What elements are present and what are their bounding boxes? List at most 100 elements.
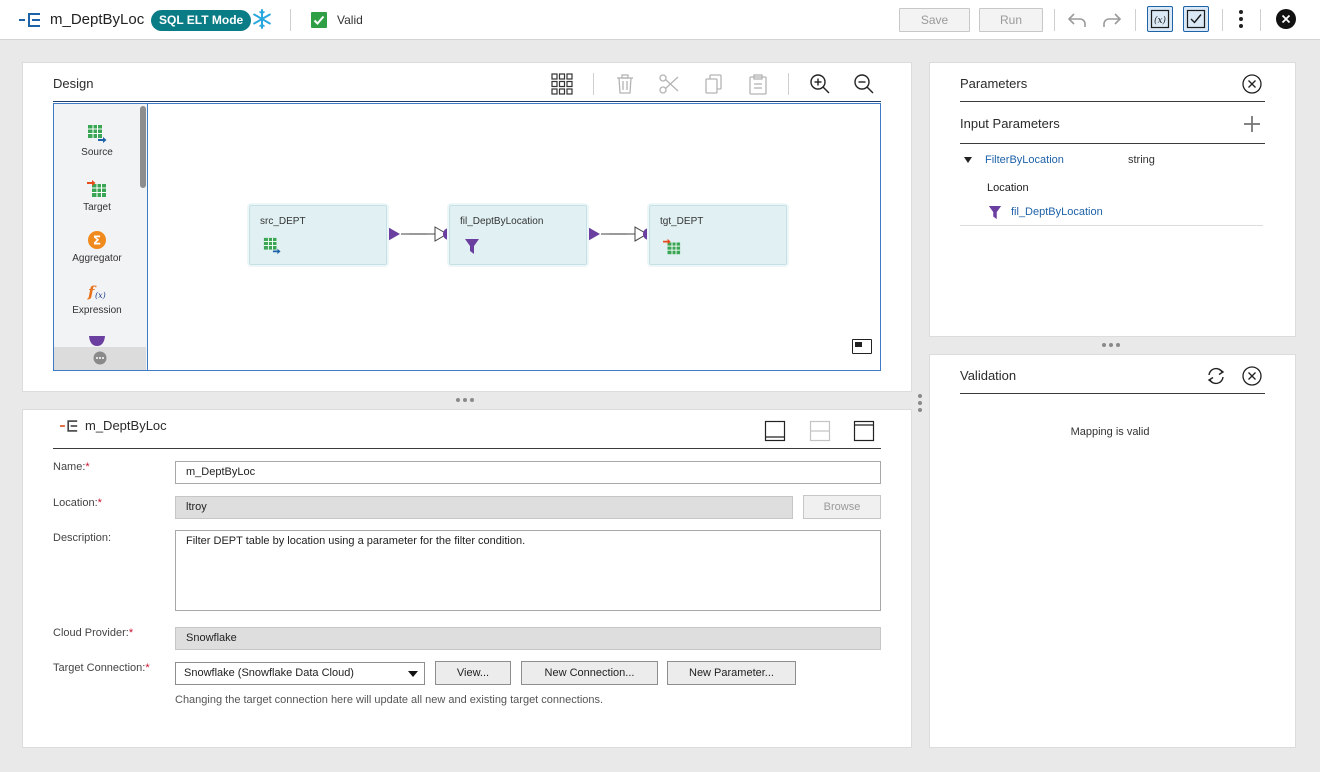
top-bar: m_DeptByLoc SQL ELT Mode Valid Save Run … [0,0,1320,40]
location-label: Location:* [53,497,102,509]
close-validation-icon[interactable] [1242,366,1262,386]
mapping-canvas[interactable]: Source Target Σ Aggregator f (x) Express… [53,103,881,371]
add-parameter-icon[interactable] [1243,115,1261,133]
divider [1222,9,1223,31]
refresh-icon[interactable] [1205,365,1227,387]
snowflake-icon [253,9,271,29]
minimap-toggle-icon[interactable] [852,339,872,354]
browse-button[interactable]: Browse [803,495,881,519]
view-button[interactable]: View... [435,661,511,685]
close-parameters-icon[interactable] [1242,74,1262,94]
arrange-grid-icon[interactable] [551,73,573,95]
zoom-out-icon[interactable] [853,73,875,95]
svg-text:(x): (x) [1154,15,1167,26]
node-fil-deptbylocation[interactable]: fil_DeptByLocation [449,205,587,265]
vertical-splitter-grip[interactable] [918,394,922,412]
validation-toggle-button[interactable] [1183,6,1209,32]
divider [1135,9,1136,31]
palette-label: Expression [72,305,122,316]
horizontal-splitter-grip[interactable] [456,398,474,402]
sql-elt-mode-badge: SQL ELT Mode [151,10,252,31]
properties-title: m_DeptByLoc [85,418,167,433]
split-view-icon[interactable] [809,420,831,442]
palette-label: Aggregator [72,253,122,264]
divider [1260,9,1261,31]
name-label: Name:* [53,461,90,473]
undo-icon[interactable] [1065,8,1089,32]
run-button[interactable]: Run [979,8,1043,32]
description-textarea[interactable]: Filter DEPT table by location using a pa… [175,530,881,611]
validation-title: Validation [960,368,1017,383]
palette-item-source[interactable]: Source [54,124,140,158]
dock-bottom-icon[interactable] [764,420,786,442]
palette-label: Source [81,147,113,158]
more-options-icon[interactable] [1238,9,1244,29]
palette-item-aggregator[interactable]: Σ Aggregator [54,230,140,264]
link-filter-to-target [586,226,655,242]
parameters-icon: (x) [1150,9,1170,29]
input-parameters-rule [960,143,1265,144]
description-label: Description: [53,532,112,544]
validation-header-rule [960,393,1265,394]
name-input[interactable]: m_DeptByLoc [175,461,881,484]
target-connection-select[interactable]: Snowflake (Snowflake Data Cloud) [175,662,425,685]
link-src-to-filter [386,226,455,242]
redo-icon[interactable] [1100,8,1124,32]
node-label: fil_DeptByLocation [460,216,544,227]
target-connection-hint: Changing the target connection here will… [175,694,604,706]
more-icon [93,351,107,365]
filter-icon [988,206,1002,220]
parameters-toggle-button[interactable]: (x) [1147,6,1173,32]
validation-message: Mapping is valid [1070,426,1150,438]
target-icon [663,238,681,255]
node-label: tgt_DEPT [660,216,704,227]
parameter-row-rule [960,225,1263,226]
location-input[interactable]: ltroy [175,496,793,519]
palette-scrollbar[interactable] [140,106,146,188]
save-button[interactable]: Save [899,8,970,32]
node-tgt-dept[interactable]: tgt_DEPT [649,205,787,265]
filter-icon [465,239,479,254]
close-icon[interactable] [1276,9,1296,29]
parameter-name-link[interactable]: FilterByLocation [985,154,1064,166]
paste-icon[interactable] [747,73,769,95]
design-header-rule [53,101,881,102]
divider [290,9,291,31]
zoom-in-icon[interactable] [809,73,831,95]
palette-item-target[interactable]: Target [54,179,140,213]
expression-icon: f (x) [87,283,106,301]
filter-palette-icon[interactable] [88,335,106,347]
transformation-palette: Source Target Σ Aggregator f (x) Express… [54,104,148,370]
delete-icon[interactable] [614,73,636,95]
validation-panel: Validation Mapping is valid [930,355,1295,747]
parameters-header-rule [960,101,1265,102]
validation-status: Valid [337,13,363,27]
parameter-usage-link[interactable]: fil_DeptByLocation [1011,206,1103,218]
source-icon [88,125,107,143]
svg-text:(x): (x) [95,291,106,300]
parameter-type: string [1128,154,1155,166]
copy-icon[interactable] [703,73,725,95]
right-splitter-grip[interactable] [1102,343,1120,347]
dropdown-arrow-icon [408,671,418,677]
palette-item-expression[interactable]: f (x) Expression [54,282,140,316]
node-label: src_DEPT [260,216,306,227]
new-connection-button[interactable]: New Connection... [521,661,658,685]
valid-check-icon [311,12,327,28]
palette-more-button[interactable] [54,347,146,370]
validate-icon [1186,9,1206,29]
cut-icon[interactable] [658,73,680,95]
input-parameters-title: Input Parameters [960,116,1060,131]
new-parameter-button[interactable]: New Parameter... [667,661,796,685]
design-title: Design [53,76,94,91]
mapping-icon [60,420,78,432]
maximize-icon[interactable] [853,420,875,442]
divider [1054,9,1055,31]
target-connection-value: Snowflake (Snowflake Data Cloud) [184,667,354,679]
parameter-group-label: Location [987,182,1029,194]
cloud-provider-input[interactable]: Snowflake [175,627,881,650]
target-icon [87,180,106,197]
target-connection-label: Target Connection:* [53,662,150,674]
node-src-dept[interactable]: src_DEPT [249,205,387,265]
expand-caret-icon[interactable] [964,157,972,163]
